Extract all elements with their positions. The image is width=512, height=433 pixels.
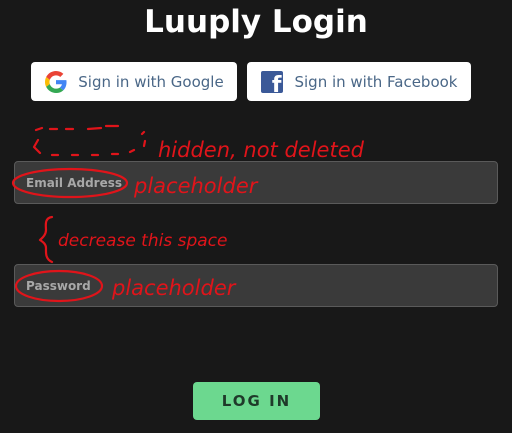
google-g-icon — [44, 70, 68, 94]
space-brace — [38, 215, 54, 264]
hidden-element-markup — [32, 124, 147, 157]
password-field[interactable] — [14, 264, 498, 307]
facebook-signin-button[interactable]: f Sign in with Facebook — [247, 62, 471, 101]
login-button[interactable]: LOG IN — [193, 382, 320, 420]
space-note-text: decrease this space — [58, 231, 227, 251]
google-signin-button[interactable]: Sign in with Google — [31, 62, 237, 101]
google-signin-label: Sign in with Google — [78, 72, 224, 91]
facebook-f-icon: f — [260, 70, 284, 94]
page-title: Luuply Login — [144, 4, 368, 40]
facebook-signin-label: Sign in with Facebook — [294, 72, 458, 91]
email-field[interactable] — [14, 161, 498, 204]
hidden-note-text: hidden, not deleted — [158, 138, 365, 162]
